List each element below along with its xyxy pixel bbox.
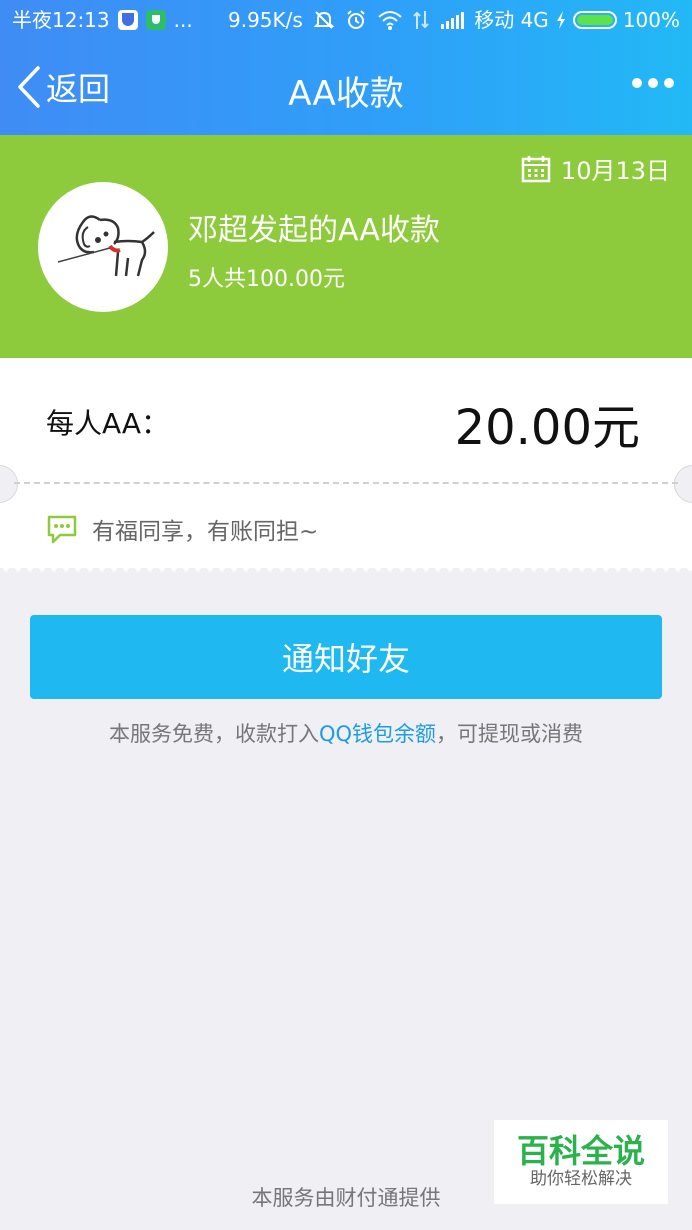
dot [664, 78, 674, 88]
collection-summary: 5人共100.00元 [188, 267, 345, 292]
collection-header: 10月13日 邓超发起的AA收款 5人共100.00元 [0, 135, 692, 358]
status-middle: 9.95K/s [228, 0, 465, 40]
alarm-icon [347, 10, 365, 29]
status-bar: 半夜12:13 ... 9.95K/s 移动 4G 100% [0, 0, 692, 40]
watermark-title: 百科全说 [516, 1132, 645, 1170]
signal-icon [440, 12, 464, 29]
shield-icon [117, 10, 138, 30]
chat-bubble-icon [47, 515, 77, 544]
service-note-after: ，可提现或消费 [436, 722, 584, 746]
watermark-subtitle: 助你轻松解决 [530, 1169, 632, 1189]
green-shield-icon [145, 10, 166, 30]
data-arrows-icon [413, 11, 429, 29]
network-speed: 9.95K/s [228, 8, 303, 32]
more-dots-icon[interactable] [632, 78, 674, 88]
calendar-icon [521, 155, 551, 182]
service-note-before: 本服务免费，收款打入 [108, 722, 319, 746]
message-row: 有福同享，有账同担~ [46, 512, 318, 546]
dashed-divider [14, 482, 678, 484]
mute-icon [313, 11, 335, 29]
dog-avatar-icon [57, 215, 155, 277]
status-time: 半夜12:13 [12, 8, 110, 32]
charging-icon [556, 11, 565, 29]
per-person-card: 每人AA： 20.00元 有福同享，有账同担~ [0, 358, 692, 568]
ticket-zigzag-edge [0, 565, 692, 572]
battery-percent: 100% [622, 8, 680, 32]
message-text: 有福同享，有账同担~ [92, 519, 319, 545]
service-note: 本服务免费，收款打入QQ钱包余额，可提现或消费 [0, 718, 692, 748]
avatar[interactable] [38, 182, 168, 312]
battery-icon [572, 11, 617, 29]
carrier-label: 移动 4G [474, 8, 549, 32]
dot [648, 78, 658, 88]
nav-bar: 返回 AA收款 [0, 40, 692, 135]
date-row: 10月13日 [521, 151, 670, 186]
watermark-logo: 百科全说 助你轻松解决 [494, 1120, 668, 1204]
status-right: 移动 4G 100% [474, 0, 680, 40]
status-more: ... [173, 8, 193, 32]
top-bar: 半夜12:13 ... 9.95K/s 移动 4G 100% 返回 AA收款 [0, 0, 692, 135]
dot [632, 78, 642, 88]
qq-wallet-link[interactable]: QQ钱包余额 [319, 722, 436, 746]
collection-date: 10月13日 [560, 157, 670, 185]
ticket-notch-left [0, 465, 18, 503]
collection-title: 邓超发起的AA收款 [188, 213, 440, 248]
notify-friends-button[interactable]: 通知好友 [30, 615, 662, 699]
wifi-icon [378, 11, 402, 30]
ticket-notch-right [674, 465, 692, 503]
page-title: AA收款 [288, 74, 404, 114]
per-person-label: 每人AA： [46, 407, 170, 440]
per-person-amount: 20.00元 [454, 400, 640, 456]
status-left: 半夜12:13 ... [12, 0, 193, 40]
